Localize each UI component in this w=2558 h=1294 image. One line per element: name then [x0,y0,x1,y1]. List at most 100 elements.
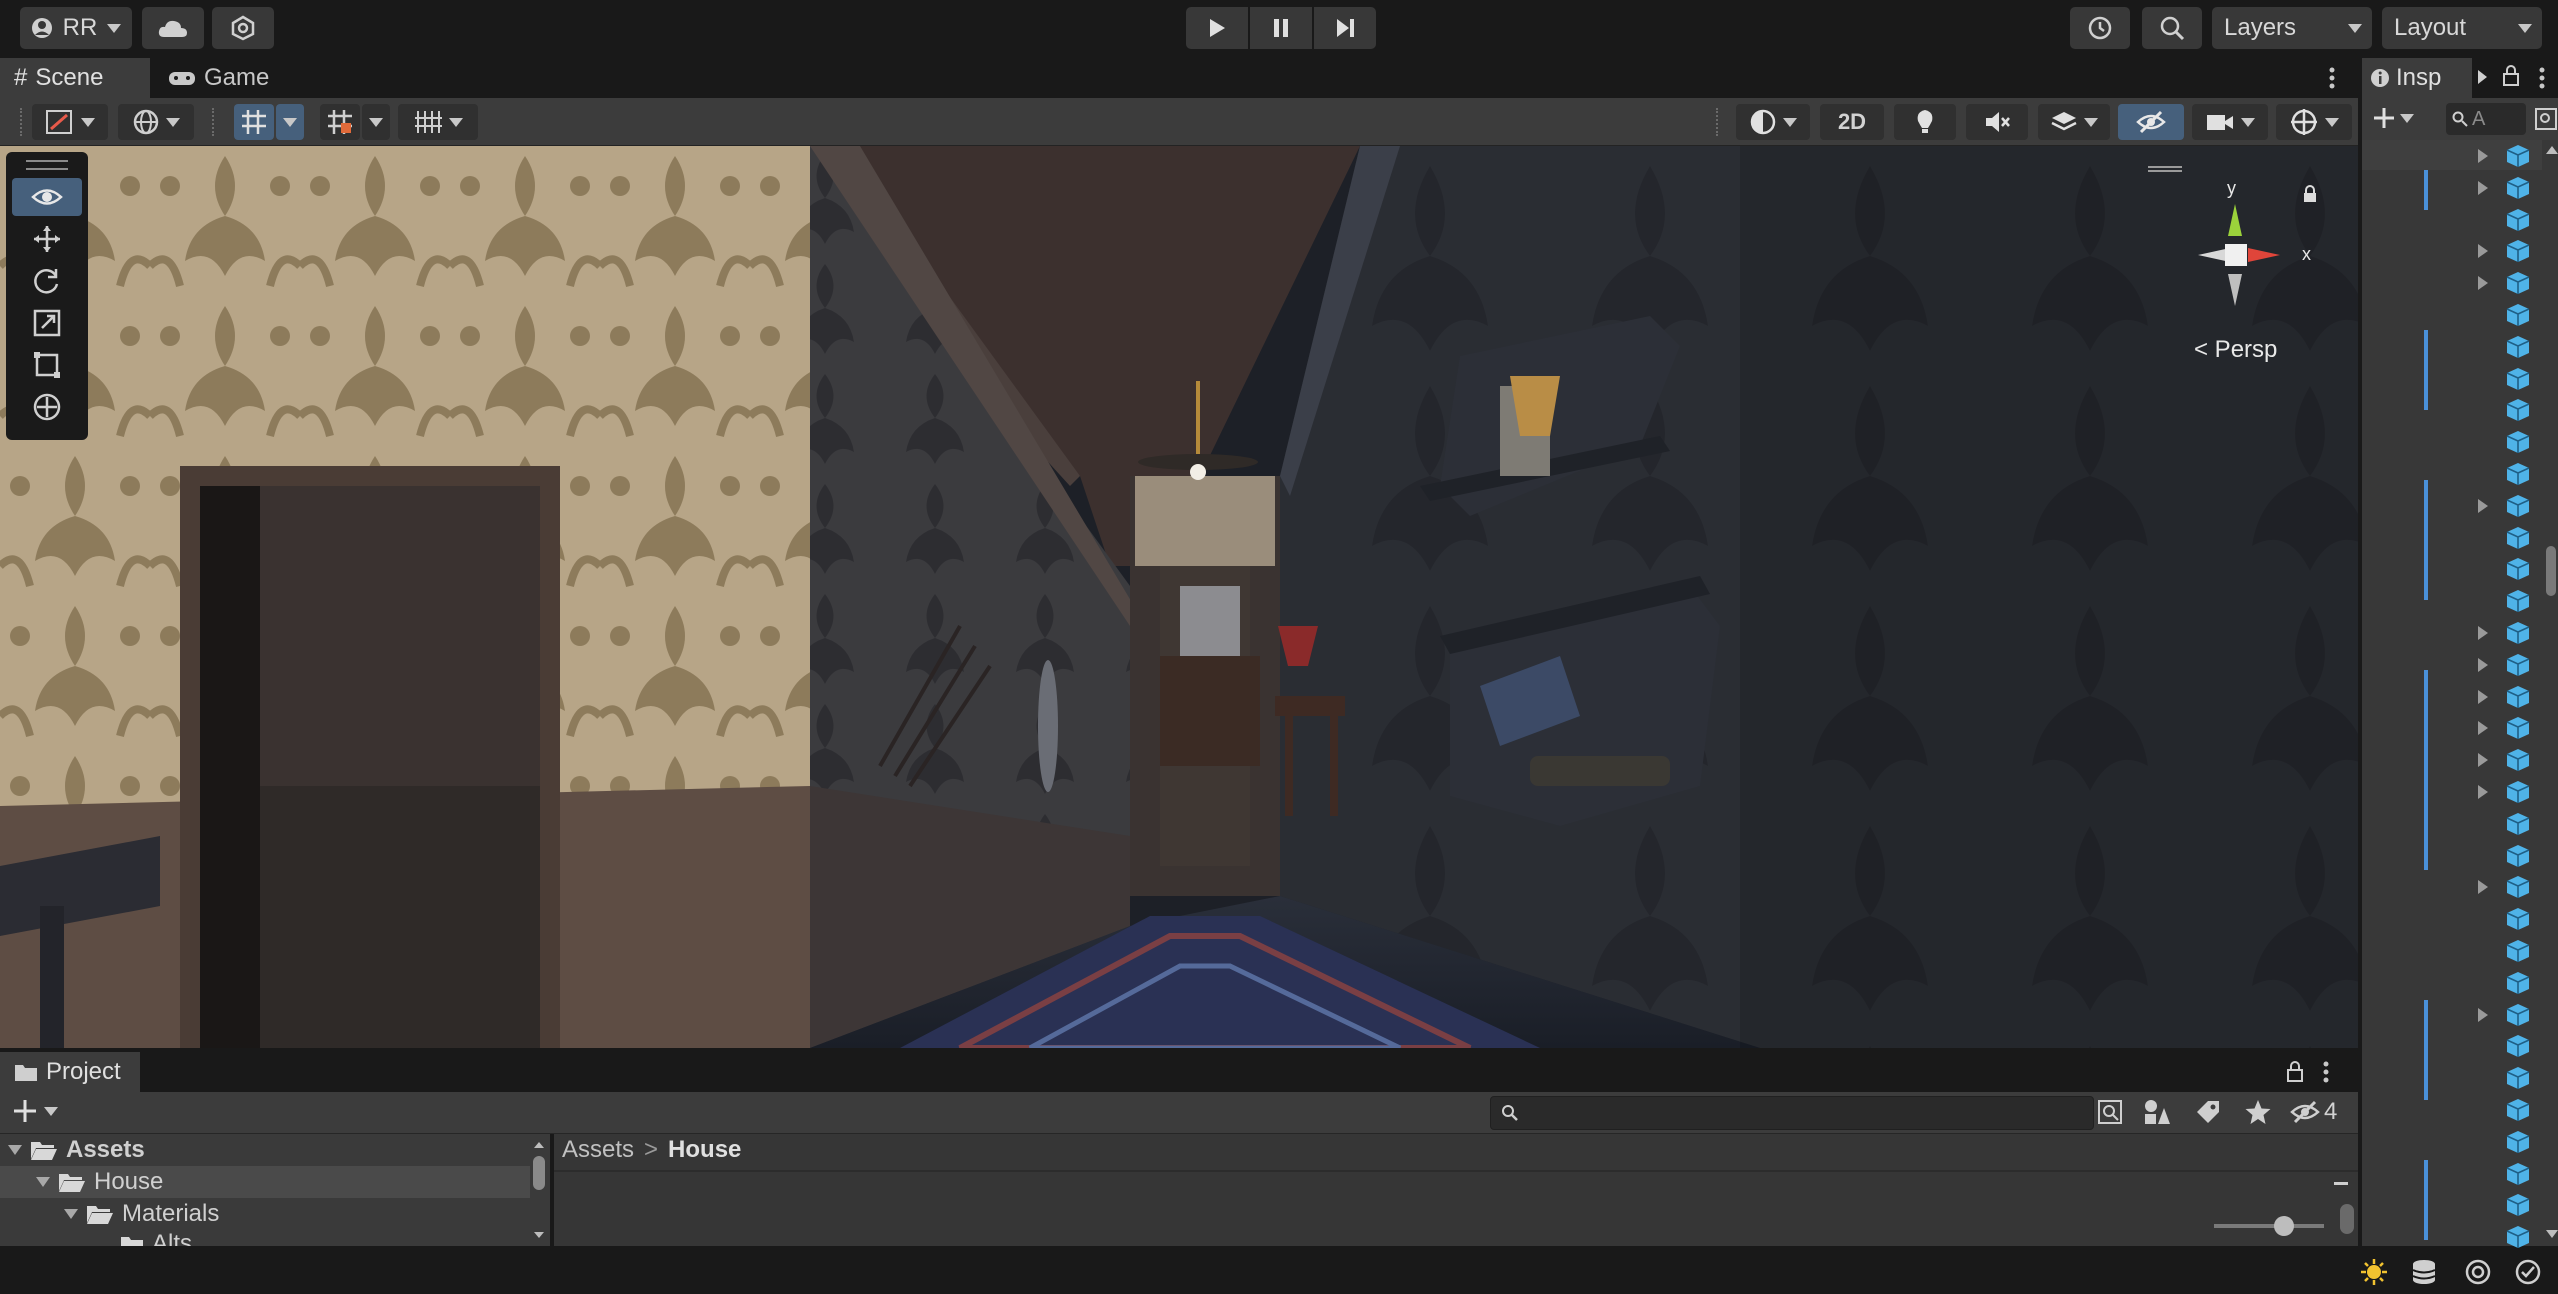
hierarchy-expand-arrow-icon[interactable] [2478,180,2488,195]
prefab-cube-icon[interactable] [2506,716,2530,740]
prefab-cube-icon[interactable] [2506,875,2530,899]
global-local-dropdown[interactable] [118,104,194,140]
prefab-cube-icon[interactable] [2506,971,2530,995]
prefab-cube-icon[interactable] [2506,653,2530,677]
filter-by-label-icon[interactable] [2194,1098,2222,1133]
transform-tool-button[interactable] [12,388,82,426]
camera-dropdown[interactable] [2192,104,2268,140]
collab-status-icon[interactable] [2464,1258,2492,1293]
scene-visibility-toggle[interactable] [2118,104,2184,140]
prefab-cube-icon[interactable] [2506,335,2530,359]
hierarchy-expand-arrow-icon[interactable] [2478,657,2488,672]
prefab-cube-icon[interactable] [2506,1066,2530,1090]
prefab-cube-icon[interactable] [2506,812,2530,836]
hierarchy-expand-arrow-icon[interactable] [2478,721,2488,736]
hidden-packages-toggle[interactable]: 4 [2290,1098,2337,1126]
search-scope-icon[interactable] [2096,1098,2124,1133]
prefab-cube-icon[interactable] [2506,589,2530,613]
icon-size-slider[interactable] [2214,1224,2324,1228]
grid-snapping-toggle[interactable] [234,104,274,140]
tree-row-alts[interactable]: Alts [0,1228,530,1246]
favorites-star-icon[interactable] [2244,1098,2272,1133]
prefab-cube-icon[interactable] [2506,621,2530,645]
hierarchy-object-list[interactable] [2362,140,2558,1249]
hierarchy-expand-arrow-icon[interactable] [2478,244,2488,259]
prefab-cube-icon[interactable] [2506,144,2530,168]
breadcrumb-house[interactable]: House [668,1136,741,1164]
tree-row-house[interactable]: House [0,1166,530,1198]
icon-size-slider-thumb[interactable] [2274,1216,2294,1236]
tree-scrollbar[interactable] [530,1138,548,1242]
prefab-cube-icon[interactable] [2506,239,2530,263]
scale-tool-button[interactable] [12,304,82,342]
shading-dropdown[interactable] [1736,104,1810,140]
prefab-cube-icon[interactable] [2506,398,2530,422]
prefab-cube-icon[interactable] [2506,748,2530,772]
increment-snap-dropdown[interactable] [362,104,390,140]
prefab-cube-icon[interactable] [2506,844,2530,868]
create-asset-dropdown[interactable] [12,1098,58,1124]
prefab-cube-icon[interactable] [2506,176,2530,200]
gizmos-dropdown[interactable] [2276,104,2352,140]
prefab-cube-icon[interactable] [2506,367,2530,391]
tab-game[interactable]: Game [154,58,284,98]
cloud-button[interactable] [142,7,204,49]
toolbar-grip[interactable] [20,108,24,136]
hierarchy-expand-arrow-icon[interactable] [2478,753,2488,768]
prefab-cube-icon[interactable] [2506,494,2530,518]
tab-project[interactable]: Project [0,1052,140,1092]
hierarchy-search-field[interactable]: A [2446,103,2526,135]
undo-history-button[interactable] [2070,7,2130,49]
scene-viewport[interactable]: y x [0,146,2358,1048]
move-tool-button[interactable] [12,220,82,258]
expand-arrow-icon[interactable] [8,1145,22,1155]
checkmark-status-icon[interactable] [2514,1258,2542,1293]
perspective-toggle[interactable]: < Persp [2194,336,2277,364]
layout-dropdown[interactable]: Layout [2382,7,2542,49]
prefab-cube-icon[interactable] [2506,939,2530,963]
grid-snapping-dropdown[interactable] [276,104,304,140]
inspector-lock-icon[interactable] [2502,64,2520,93]
increment-snap-toggle[interactable] [320,104,360,140]
prefab-cube-icon[interactable] [2506,1098,2530,1122]
hierarchy-expand-arrow-icon[interactable] [2478,149,2488,163]
rotate-tool-button[interactable] [12,262,82,300]
step-button[interactable] [1314,7,1376,49]
hierarchy-expand-arrow-icon[interactable] [2478,498,2488,513]
search-scope-icon[interactable] [2534,106,2558,139]
pause-button[interactable] [1250,7,1312,49]
prefab-cube-icon[interactable] [2506,1225,2530,1249]
mode-2d-toggle[interactable]: 2D [1820,104,1884,140]
tree-row-assets[interactable]: Assets [0,1134,530,1166]
content-scrollbar[interactable] [2340,1204,2354,1234]
effects-dropdown[interactable] [2038,104,2110,140]
cache-server-icon[interactable] [2410,1258,2438,1293]
gizmo-lock-icon[interactable] [2302,182,2318,210]
collab-button[interactable] [212,7,274,49]
prefab-cube-icon[interactable] [2506,1003,2530,1027]
tab-inspector[interactable]: Insp [2362,58,2472,98]
expand-arrow-icon[interactable] [36,1177,50,1187]
prefab-cube-icon[interactable] [2506,907,2530,931]
view-tool-button[interactable] [12,178,82,216]
layers-dropdown[interactable]: Layers [2212,7,2372,49]
tab-options-menu-icon[interactable] [2320,64,2344,92]
prefab-cube-icon[interactable] [2506,557,2530,581]
inspector-menu-icon[interactable] [2534,64,2550,99]
lighting-bake-icon[interactable] [2360,1258,2388,1293]
prefab-cube-icon[interactable] [2506,1193,2530,1217]
expand-arrow-icon[interactable] [64,1209,78,1219]
grid-visibility-dropdown[interactable] [398,104,478,140]
draw-mode-dropdown[interactable] [32,104,108,140]
account-dropdown[interactable]: RR [20,7,132,49]
tab-overflow-arrow-icon[interactable] [2478,70,2487,84]
play-button[interactable] [1186,7,1248,49]
prefab-cube-icon[interactable] [2506,430,2530,454]
hierarchy-expand-arrow-icon[interactable] [2478,1007,2488,1022]
rect-tool-button[interactable] [12,346,82,384]
audio-toggle[interactable] [1966,104,2028,140]
project-lock-icon[interactable] [2286,1060,2304,1089]
gizmo-drag-handle[interactable] [2148,166,2182,172]
prefab-cube-icon[interactable] [2506,208,2530,232]
hierarchy-expand-arrow-icon[interactable] [2478,880,2488,895]
